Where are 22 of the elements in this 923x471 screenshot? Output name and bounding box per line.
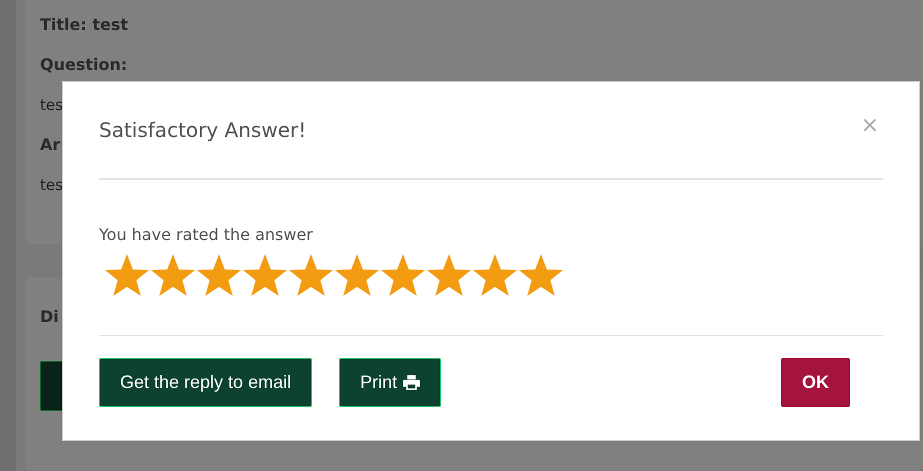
- question-label: Question:: [40, 54, 128, 76]
- printer-icon: [403, 375, 420, 390]
- section-heading: Di: [40, 306, 59, 328]
- rating-message: You have rated the answer: [99, 225, 313, 244]
- star-icon: [151, 254, 195, 296]
- answer-text: tes: [40, 175, 63, 196]
- star-icon: [519, 254, 563, 296]
- star-icon: [197, 254, 241, 296]
- star-icon: [243, 254, 287, 296]
- email-reply-button[interactable]: Get the reply to email: [99, 358, 312, 407]
- print-button[interactable]: Print: [339, 358, 442, 407]
- modal-title: Satisfactory Answer!: [99, 118, 306, 142]
- star-icon: [335, 254, 379, 296]
- star-icon: [105, 254, 149, 296]
- question-text: tes: [40, 95, 63, 116]
- star-icon: [381, 254, 425, 296]
- title-label: Title: test: [40, 14, 128, 36]
- answer-label: Ar: [40, 134, 60, 156]
- star-icon: [427, 254, 471, 296]
- star-icon: [473, 254, 517, 296]
- ok-button[interactable]: OK: [781, 358, 850, 407]
- star-icon: [289, 254, 333, 296]
